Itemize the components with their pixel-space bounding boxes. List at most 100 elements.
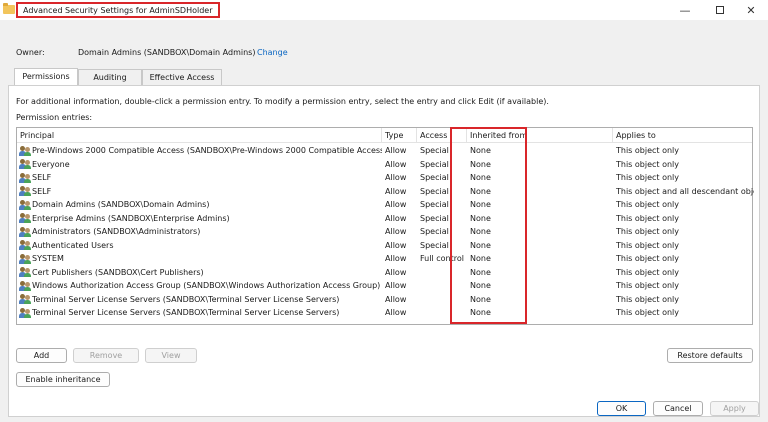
principal-name: Pre-Windows 2000 Compatible Access (SAND… [32, 146, 382, 155]
type-cell: Allow [385, 240, 407, 250]
access-cell [417, 306, 467, 320]
principal-name: SELF [32, 173, 52, 182]
add-button[interactable]: Add [16, 348, 67, 363]
principal-name: SYSTEM [32, 254, 64, 263]
principal-name: Domain Admins (SANDBOX\Domain Admins) [32, 200, 210, 209]
apply-button[interactable]: Apply [710, 401, 759, 416]
user-group-icon [19, 226, 31, 237]
type-cell: Allow [385, 213, 407, 223]
principal-cell: Everyone [17, 158, 382, 172]
access-cell: Special [420, 240, 449, 250]
applies-to-cell: This object and all descendant objects [616, 186, 754, 196]
applies-to-cell: This object only [616, 200, 680, 209]
type-cell: Allow [385, 173, 407, 182]
remove-button[interactable]: Remove [73, 348, 139, 363]
type-cell: Allow [385, 200, 407, 209]
applies-to-cell: This object only [616, 281, 680, 290]
principal-cell: SELF [17, 185, 382, 199]
principal-cell: Cert Publishers (SANDBOX\Cert Publishers… [17, 266, 382, 280]
maximize-icon [716, 6, 724, 14]
access-cell: Special [420, 159, 449, 169]
inherited-from-cell: None [470, 267, 491, 277]
minimize-icon: — [679, 3, 691, 17]
principal-name: Cert Publishers (SANDBOX\Cert Publishers… [32, 267, 204, 277]
applies-to-cell: This object only [616, 173, 680, 182]
permission-entry-row[interactable]: Administrators (SANDBOX\Administrators) A… [17, 225, 752, 239]
applies-to-cell: This object only [616, 294, 680, 304]
permission-entry-row[interactable]: Domain Admins (SANDBOX\Domain Admins) All… [17, 198, 752, 212]
principal-cell: Domain Admins (SANDBOX\Domain Admins) [17, 198, 382, 212]
close-button[interactable]: ✕ [731, 0, 768, 20]
permission-entry-row[interactable]: Windows Authorization Access Group (SAND… [17, 279, 752, 293]
applies-to-cell: This object only [616, 146, 680, 155]
inherited-from-cell: None [470, 213, 491, 223]
principal-cell: Authenticated Users [17, 239, 382, 253]
principal-cell: Terminal Server License Servers (SANDBOX… [17, 306, 382, 320]
folder-icon [3, 3, 15, 14]
permission-entry-row[interactable]: SELF Allow Special None This object only [17, 171, 752, 185]
permission-entry-row[interactable]: Terminal Server License Servers (SANDBOX… [17, 293, 752, 307]
permission-entry-row[interactable]: Enterprise Admins (SANDBOX\Enterprise Ad… [17, 212, 752, 226]
principal-name: Everyone [32, 159, 70, 169]
type-cell: Allow [385, 267, 407, 277]
principal-name: Terminal Server License Servers (SANDBOX… [32, 294, 340, 304]
principal-name: Enterprise Admins (SANDBOX\Enterprise Ad… [32, 213, 230, 223]
permission-entry-row[interactable]: Authenticated Users Allow Special None This … [17, 239, 752, 253]
type-cell: Allow [385, 159, 407, 169]
principal-cell: Administrators (SANDBOX\Administrators) [17, 225, 382, 239]
type-cell: Allow [385, 254, 407, 263]
type-cell: Allow [385, 227, 407, 236]
column-header-access[interactable]: Access [417, 128, 467, 143]
principal-cell: SELF [17, 171, 382, 185]
list-header: Principal Type Access Inherited from App… [17, 128, 752, 143]
principal-name: Windows Authorization Access Group (SAND… [32, 281, 381, 290]
user-group-icon [19, 307, 31, 318]
inherited-from-cell: None [470, 173, 491, 182]
view-button[interactable]: View [145, 348, 197, 363]
minimize-button[interactable]: — [665, 0, 705, 20]
applies-to-cell: This object only [616, 240, 680, 250]
owner-label: Owner: [16, 48, 45, 57]
enable-inheritance-button[interactable]: Enable inheritance [16, 372, 110, 387]
access-cell: Special [420, 173, 449, 182]
column-header-applies-to[interactable]: Applies to [613, 128, 754, 143]
principal-cell: Pre-Windows 2000 Compatible Access (SAND… [17, 144, 382, 158]
user-group-icon [19, 199, 31, 210]
permission-entry-row[interactable]: Pre-Windows 2000 Compatible Access (SAND… [17, 144, 752, 158]
user-group-icon [19, 240, 31, 251]
close-icon: ✕ [746, 3, 756, 17]
restore-defaults-button[interactable]: Restore defaults [667, 348, 753, 363]
ok-button[interactable]: OK [597, 401, 646, 416]
principal-cell: Enterprise Admins (SANDBOX\Enterprise Ad… [17, 212, 382, 226]
permission-entries-list[interactable]: Principal Type Access Inherited from App… [16, 127, 754, 325]
user-group-icon [19, 172, 31, 183]
access-cell: Special [420, 146, 449, 155]
title-bar: Advanced Security Settings for AdminSDHo… [0, 0, 768, 20]
access-cell: Full control [420, 254, 464, 263]
info-text: For additional information, double-click… [16, 97, 549, 106]
access-cell [417, 279, 467, 293]
column-header-principal[interactable]: Principal [17, 128, 382, 143]
applies-to-cell: This object only [616, 308, 680, 317]
principal-name: SELF [32, 186, 52, 196]
permission-entries-label: Permission entries: [16, 113, 93, 122]
permission-entry-row[interactable]: SYSTEM Allow Full control None This object o… [17, 252, 752, 266]
access-cell: Special [420, 213, 449, 223]
permission-entry-row[interactable]: Terminal Server License Servers (SANDBOX… [17, 306, 752, 320]
applies-to-cell: This object only [616, 267, 680, 277]
change-owner-link[interactable]: Change [257, 48, 288, 57]
user-group-icon [19, 253, 31, 264]
permission-entry-row[interactable]: Cert Publishers (SANDBOX\Cert Publishers… [17, 266, 752, 280]
principal-cell: Windows Authorization Access Group (SAND… [17, 279, 382, 293]
column-header-type[interactable]: Type [382, 128, 417, 143]
column-header-inherited-from[interactable]: Inherited from [467, 128, 613, 143]
principal-name: Authenticated Users [32, 240, 114, 250]
permission-entry-row[interactable]: Everyone Allow Special None This object only [17, 158, 752, 172]
inherited-from-cell: None [470, 240, 491, 250]
permission-entry-row[interactable]: SELF Allow Special None This object and all … [17, 185, 754, 199]
cancel-button[interactable]: Cancel [653, 401, 703, 416]
user-group-icon [19, 159, 31, 170]
access-cell: Special [420, 227, 449, 236]
permissions-panel-content: For additional information, double-click… [8, 65, 760, 397]
user-group-icon [19, 280, 31, 291]
